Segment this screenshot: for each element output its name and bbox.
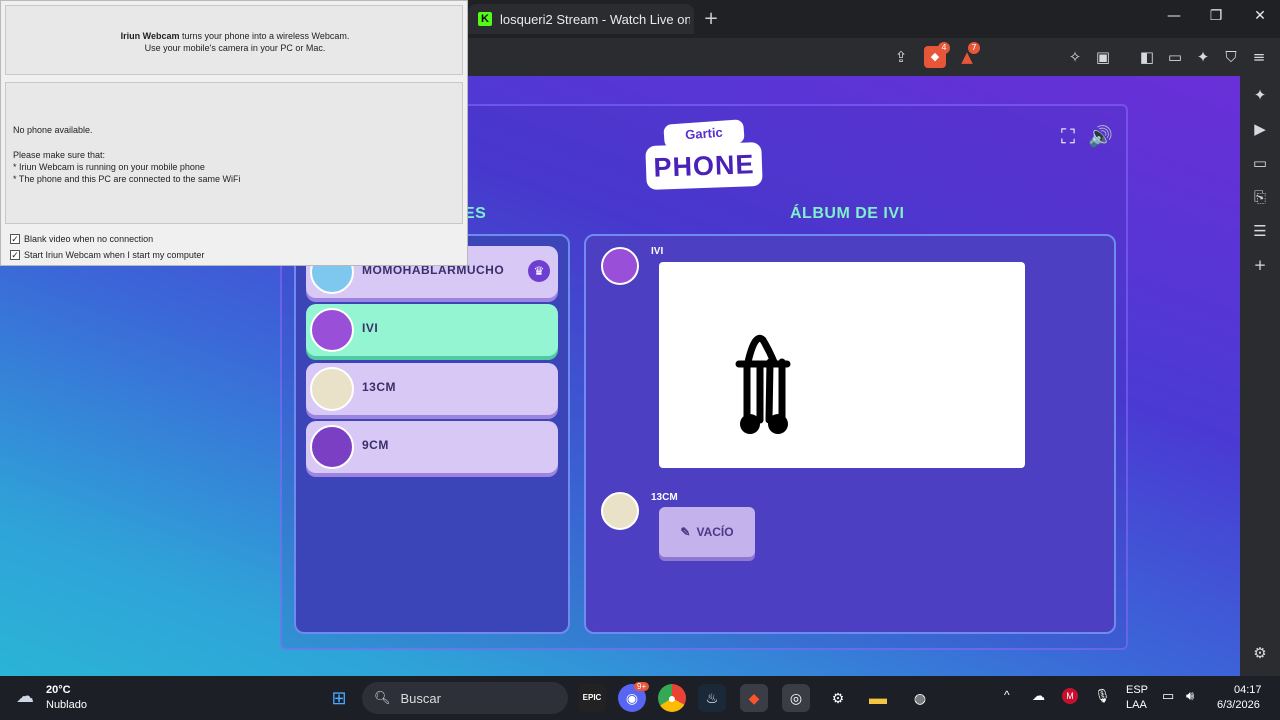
discord-badge: 9+: [634, 682, 650, 691]
player-name: IVI: [362, 321, 379, 335]
leo-icon[interactable]: ✦: [1249, 84, 1271, 106]
logo-bottom-text: PHONE: [645, 141, 763, 191]
reading-list-icon[interactable]: ☰: [1249, 220, 1271, 242]
avatar: [601, 492, 639, 530]
speaker-icon[interactable]: 🔊︎: [1186, 688, 1194, 704]
empty-entry-card: ✎ VACÍO: [659, 507, 755, 557]
drawing-strokes: [735, 334, 791, 424]
restore-button[interactable]: ❐: [1206, 8, 1226, 24]
avatar: [310, 425, 354, 469]
epic-games-icon[interactable]: EPIC: [578, 684, 606, 712]
player-name: 9CM: [362, 438, 389, 452]
fullscreen-icon[interactable]: ⛶: [1056, 124, 1080, 148]
display-icon[interactable]: ▭: [1162, 688, 1174, 704]
player-card: IVI: [306, 304, 558, 356]
weather-desc: Nublado: [46, 699, 87, 711]
iriun-intro: Iriun Webcam turns your phone into a wir…: [6, 31, 464, 41]
microphone-icon[interactable]: 🎙︎: [1094, 688, 1111, 704]
iriun-intro-line2: Use your mobile's camera in your PC or M…: [144, 43, 326, 53]
iriun-instructions-title: Please make sure that:: [13, 150, 106, 160]
drawing-circle: [768, 414, 788, 434]
iriun-icon[interactable]: ◍: [906, 684, 934, 712]
avatar: [310, 367, 354, 411]
taskbar-search[interactable]: 🔍︎ Buscar: [362, 682, 568, 714]
message-author: IVI: [651, 246, 664, 257]
extensions-icon[interactable]: ✧: [1064, 46, 1086, 68]
search-placeholder: Buscar: [400, 690, 441, 706]
add-panel-icon[interactable]: +: [1249, 254, 1271, 276]
tab-title: losqueri2 Stream - Watch Live on Kick: [500, 11, 690, 27]
obs-icon[interactable]: ◎: [782, 684, 810, 712]
drawing: [735, 334, 791, 434]
checkbox-label: Start Iriun Webcam when I start my compu…: [24, 250, 205, 260]
close-window-button[interactable]: ✕: [1250, 8, 1270, 24]
clock-date[interactable]: 6/3/2026: [1217, 699, 1260, 711]
player-name: 13CM: [362, 380, 397, 394]
drawing-circle: [740, 414, 760, 434]
clock-time[interactable]: 04:17: [1234, 684, 1262, 696]
search-icon: 🔍︎: [374, 690, 391, 705]
start-icon[interactable]: ⊞: [325, 684, 353, 712]
wallet-icon[interactable]: ▭: [1164, 46, 1186, 68]
browser-tab[interactable]: K losqueri2 Stream - Watch Live on Kick: [468, 4, 694, 34]
new-tab-button[interactable]: +: [702, 8, 720, 29]
mega-icon[interactable]: M: [1062, 688, 1078, 704]
gartic-phone-logo: Gartic PHONE: [645, 119, 763, 191]
bookmarks-icon[interactable]: ⎘: [1249, 186, 1271, 208]
taskbar: ☁ 20°C Nublado ⊞ 🔍︎ Buscar EPIC ◉ 9+ ● ♨…: [0, 676, 1280, 720]
steam-icon[interactable]: ♨: [698, 684, 726, 712]
pencil-icon: ✎: [680, 525, 691, 539]
shields-badge: 4: [938, 42, 950, 54]
kick-icon: K: [478, 12, 492, 26]
avatar: [310, 308, 354, 352]
autostart-checkbox[interactable]: ✓ Start Iriun Webcam when I start my com…: [10, 250, 204, 260]
drawing-card: [659, 262, 1025, 468]
avatar: [601, 247, 639, 285]
volume-icon[interactable]: 🔊: [1088, 124, 1113, 148]
network-drive-icon[interactable]: ☁: [1032, 688, 1045, 704]
iriun-status-box: No phone available. Please make sure tha…: [5, 82, 463, 224]
cloud-icon: ☁: [16, 686, 34, 706]
checkbox-checked-icon[interactable]: ✓: [10, 250, 20, 260]
settings-icon[interactable]: ⚙: [1249, 642, 1271, 664]
chrome-icon[interactable]: ●: [658, 684, 686, 712]
blank-video-checkbox[interactable]: ✓ Blank video when no connection: [10, 234, 153, 244]
minimize-button[interactable]: —: [1164, 8, 1184, 24]
player-card: 9CM: [306, 421, 558, 473]
language-code[interactable]: ESP: [1126, 684, 1148, 696]
iriun-instruction: * The phone and this PC are connected to…: [13, 174, 241, 184]
menu-icon[interactable]: ≡: [1248, 46, 1270, 68]
checkbox-checked-icon[interactable]: ✓: [10, 234, 20, 244]
crown-icon: ♛: [528, 260, 550, 282]
checkbox-label: Blank video when no connection: [24, 234, 154, 244]
message-author: 13CM: [651, 492, 678, 503]
iriun-instruction: * Iriun Webcam is running on your mobile…: [13, 162, 205, 172]
iriun-brand: Iriun Webcam: [120, 31, 180, 41]
iriun-status: No phone available.: [13, 125, 93, 135]
rewards-badge: 7: [968, 42, 980, 54]
wallet-icon[interactable]: ▭: [1249, 152, 1271, 174]
album-title: ÁLBUM DE IVI: [790, 205, 905, 222]
share-icon[interactable]: ⇪: [890, 46, 912, 68]
sidebar-toggle-icon[interactable]: ◧: [1136, 46, 1158, 68]
brave-icon[interactable]: ◆: [740, 684, 768, 712]
keyboard-layout[interactable]: LAA: [1126, 699, 1147, 711]
leo-ai-icon[interactable]: ✦: [1192, 46, 1214, 68]
reader-icon[interactable]: ▣: [1092, 46, 1114, 68]
weather-temp: 20°C: [46, 684, 71, 696]
iriun-intro-text: turns your phone into a wireless Webcam.: [179, 31, 350, 41]
empty-label: VACÍO: [696, 525, 734, 539]
browser-sidebar: ✦ ▶ ▭ ⎘ ☰ + ⚙: [1240, 76, 1280, 676]
settings-icon[interactable]: ⚙: [824, 684, 852, 712]
iriun-header: Iriun Webcam turns your phone into a wir…: [5, 5, 463, 75]
media-icon[interactable]: ▶: [1249, 118, 1271, 140]
player-card: 13CM: [306, 363, 558, 415]
file-explorer-icon[interactable]: ▬: [864, 684, 892, 712]
chevron-up-icon[interactable]: ^: [1004, 688, 1010, 702]
vpn-icon[interactable]: ⛉: [1220, 46, 1242, 68]
iriun-window: Iriun Webcam turns your phone into a wir…: [0, 0, 468, 266]
